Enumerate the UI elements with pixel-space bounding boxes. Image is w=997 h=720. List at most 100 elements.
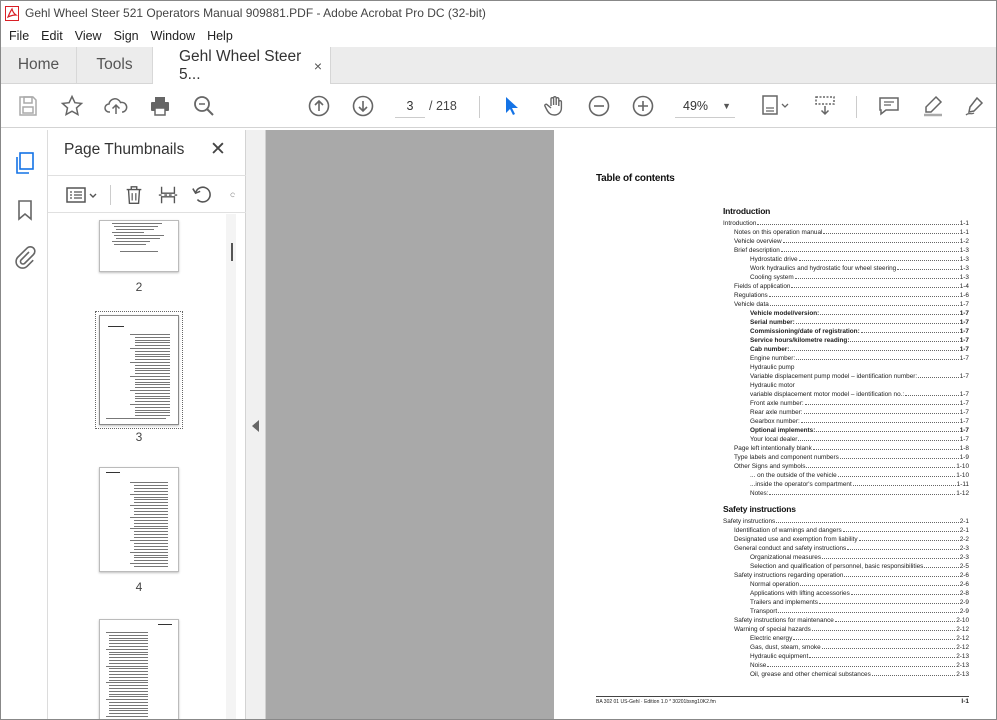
scroll-mode-icon[interactable] [811,92,839,120]
toc-entry[interactable]: Serial number: 1-7 [750,318,969,327]
toc-entry[interactable]: Page left intentionally blank 1-8 [734,444,969,453]
tab-close-icon[interactable]: × [314,58,322,74]
menu-window[interactable]: Window [145,29,201,43]
toc-entry[interactable]: variable displacement motor model – iden… [750,390,969,399]
page-thumbnails-icon[interactable] [12,150,38,176]
menu-help[interactable]: Help [201,29,239,43]
bookmark-star-icon[interactable] [58,92,86,120]
share-upload-icon[interactable] [102,92,130,120]
toc-leader-dots [847,544,959,550]
toc-entry-text: Introduction [723,220,757,227]
panel-collapse-bar[interactable] [246,130,266,719]
sign-pen-icon[interactable] [961,92,989,120]
next-page-icon[interactable] [349,92,377,120]
toc-entry[interactable]: Transport 2-9 [750,607,969,616]
toc-entry[interactable]: Selection and qualification of personnel… [750,562,969,571]
tab-home[interactable]: Home [1,47,77,83]
toc-entry[interactable]: Cab number: 1-7 [750,345,969,354]
toc-entry[interactable]: Other Signs and symbols 1-10 [734,462,969,471]
toc-leader-dots [769,489,956,495]
toc-entry[interactable]: Vehicle model/version: 1-7 [750,309,969,318]
menu-edit[interactable]: Edit [35,29,69,43]
document-viewer[interactable]: Table of contents Introduction Introducti… [266,130,996,719]
toc-entry[interactable]: Service hours/kilometre reading: 1-7 [750,336,969,345]
toc-entry[interactable]: Brief description 1-3 [734,246,969,255]
collapse-arrow-icon[interactable] [252,420,259,432]
toc-entry[interactable]: Hydrostatic drive 1-3 [750,255,969,264]
toc-entry[interactable]: Vehicle data 1-7 [734,300,969,309]
toc-entry[interactable]: Introduction 1-1 [723,219,969,228]
print-icon[interactable] [146,92,174,120]
rotate-right-icon[interactable] [222,183,236,207]
toc-entry[interactable]: Fields of application 1-4 [734,282,969,291]
thumbnail-page-3[interactable] [95,311,183,429]
page-number-input[interactable]: 3 [395,94,425,118]
select-cursor-icon[interactable] [497,92,525,120]
previous-page-icon[interactable] [305,92,333,120]
toc-entry[interactable]: Trailers and implements 2-9 [750,598,969,607]
thumbnail-page-2[interactable] [99,220,179,272]
comment-icon[interactable] [875,92,903,120]
toc-entry[interactable]: Noise 2-13 [750,661,969,670]
toc-entry[interactable]: ...inside the operator's compartment 1-11 [750,480,969,489]
thumbnail-scrollbar-thumb[interactable] [231,243,233,261]
toc-entry[interactable]: Work hydraulics and hydrostatic four whe… [750,264,969,273]
attachments-icon[interactable] [12,244,38,270]
tab-document[interactable]: Gehl Wheel Steer 5... × [153,47,331,84]
toc-leader-dots [806,462,956,468]
toc-entry[interactable]: Cooling system 1-3 [750,273,969,282]
toc-entry[interactable]: Identification of warnings and dangers 2-… [734,526,969,535]
thumbnail-options-icon[interactable] [64,183,100,207]
toc-entry[interactable]: Rear axle number: 1-7 [750,408,969,417]
thumbnail-scrollbar[interactable] [226,214,236,719]
tab-tools[interactable]: Tools [77,47,153,83]
toc-entry[interactable]: Hydraulic equipment 2-13 [750,652,969,661]
toc-entry[interactable]: Hydraulic motor [750,381,969,390]
toc-entry[interactable]: Gearbox number: 1-7 [750,417,969,426]
toc-entry[interactable]: Gas, dust, steam, smoke 2-12 [750,643,969,652]
delete-page-icon[interactable] [122,183,146,207]
fit-page-icon[interactable] [757,92,793,120]
menu-view[interactable]: View [69,29,108,43]
toc-entry[interactable]: Normal operation 2-6 [750,580,969,589]
toc-entry[interactable]: Safety instructions regarding operation 2… [734,571,969,580]
toc-entry[interactable]: Your local dealer 1-7 [750,435,969,444]
toc-entry[interactable]: Vehicle overview 1-2 [734,237,969,246]
toc-entry[interactable]: Applications with lifting accessories 2-8 [750,589,969,598]
toc-entry[interactable]: Notes on this operation manual 1-1 [734,228,969,237]
hand-tool-icon[interactable] [541,92,569,120]
toc-entry[interactable]: Safety instructions 2-1 [723,517,969,526]
toc-entry[interactable]: Commissioning/date of registration: 1-7 [750,327,969,336]
zoom-level-select[interactable]: 49% ▼ [675,94,735,118]
extract-pages-icon[interactable] [156,183,180,207]
highlight-pen-icon[interactable] [919,92,947,120]
toc-entry[interactable]: Organizational measures 2-3 [750,553,969,562]
toc-entry[interactable]: Hydraulic pump [750,363,969,372]
zoom-in-icon[interactable] [629,92,657,120]
thumbnail-page-5[interactable] [99,619,179,719]
menu-file[interactable]: File [3,29,35,43]
rotate-left-icon[interactable] [190,183,214,207]
toc-entry[interactable]: Notes: 1-12 [750,489,969,498]
toc-entry[interactable]: ... on the outside of the vehicle 1-10 [750,471,969,480]
save-icon[interactable] [14,92,42,120]
toc-entry[interactable]: Engine number: 1-7 [750,354,969,363]
toc-entry[interactable]: Type labels and component numbers 1-9 [734,453,969,462]
toc-entry[interactable]: Safety instructions for maintenance 2-10 [734,616,969,625]
panel-close-icon[interactable]: ✕ [210,138,226,161]
toc-entry[interactable]: Variable displacement pump model – ident… [750,372,969,381]
toc-entry[interactable]: General conduct and safety instructions 2… [734,544,969,553]
zoom-search-icon[interactable] [190,92,218,120]
toc-entry[interactable]: Regulations 1-6 [734,291,969,300]
menu-sign[interactable]: Sign [108,29,145,43]
bookmarks-icon[interactable] [12,197,38,223]
toc-entry[interactable]: Warning of special hazards 2-12 [734,625,969,634]
zoom-out-icon[interactable] [585,92,613,120]
toc-entry[interactable]: Oil, grease and other chemical substance… [750,670,969,679]
zoom-dropdown-icon[interactable]: ▼ [722,94,731,118]
toc-entry[interactable]: Front axle number: 1-7 [750,399,969,408]
toc-entry[interactable]: Electric energy 2-12 [750,634,969,643]
toc-entry[interactable]: Optional implements: 1-7 [750,426,969,435]
toc-entry[interactable]: Designated use and exemption from liabil… [734,535,969,544]
thumbnail-page-4[interactable] [99,467,179,572]
